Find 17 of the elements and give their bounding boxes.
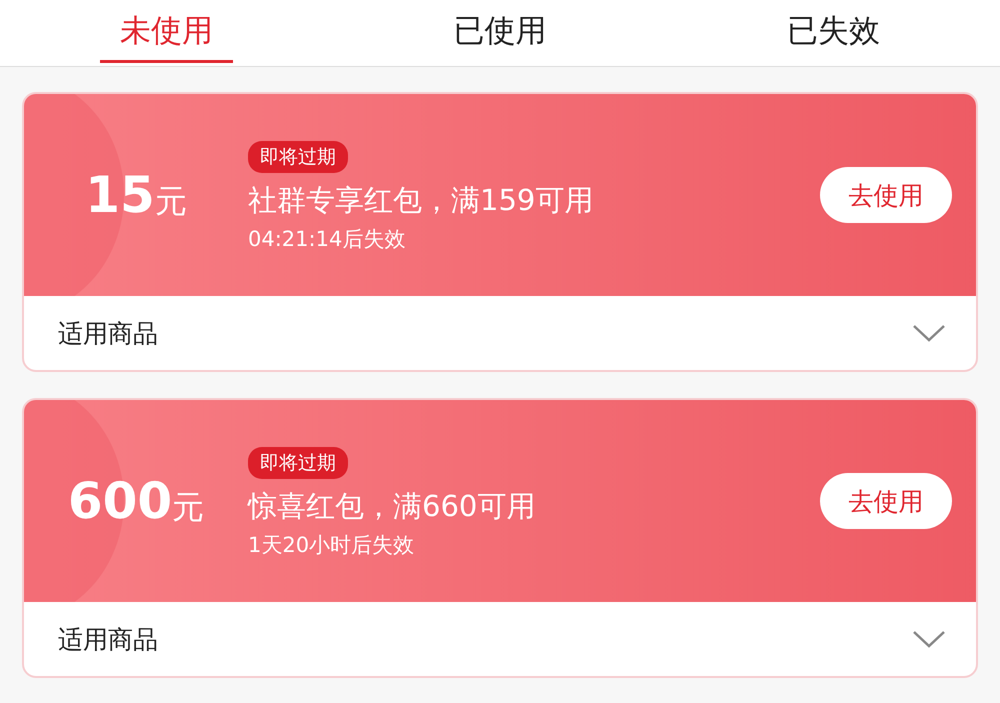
expiry-text: 04:21:14后失效 <box>248 226 406 253</box>
coupon-amount: 15元 <box>84 166 188 224</box>
use-button[interactable]: 去使用 <box>820 167 952 223</box>
expiring-badge: 即将过期 <box>248 447 348 479</box>
tab[interactable]: 未使用 <box>100 0 234 63</box>
chevron-down-icon[interactable] <box>912 629 946 649</box>
applicable-products-label: 适用商品 <box>58 624 158 656</box>
tab[interactable]: 已使用 <box>433 0 566 63</box>
coupon-amount: 600元 <box>66 472 206 530</box>
tab[interactable]: 已失效 <box>766 0 900 63</box>
expiring-badge: 即将过期 <box>248 141 348 173</box>
use-button[interactable]: 去使用 <box>820 473 952 529</box>
coupon-title: 社群专享红包，满159可用 <box>248 182 594 219</box>
coupon-title: 惊喜红包，满660可用 <box>248 488 536 525</box>
chevron-down-icon[interactable] <box>912 323 946 343</box>
applicable-products-label: 适用商品 <box>58 318 158 350</box>
expiry-text: 1天20小时后失效 <box>248 532 416 559</box>
